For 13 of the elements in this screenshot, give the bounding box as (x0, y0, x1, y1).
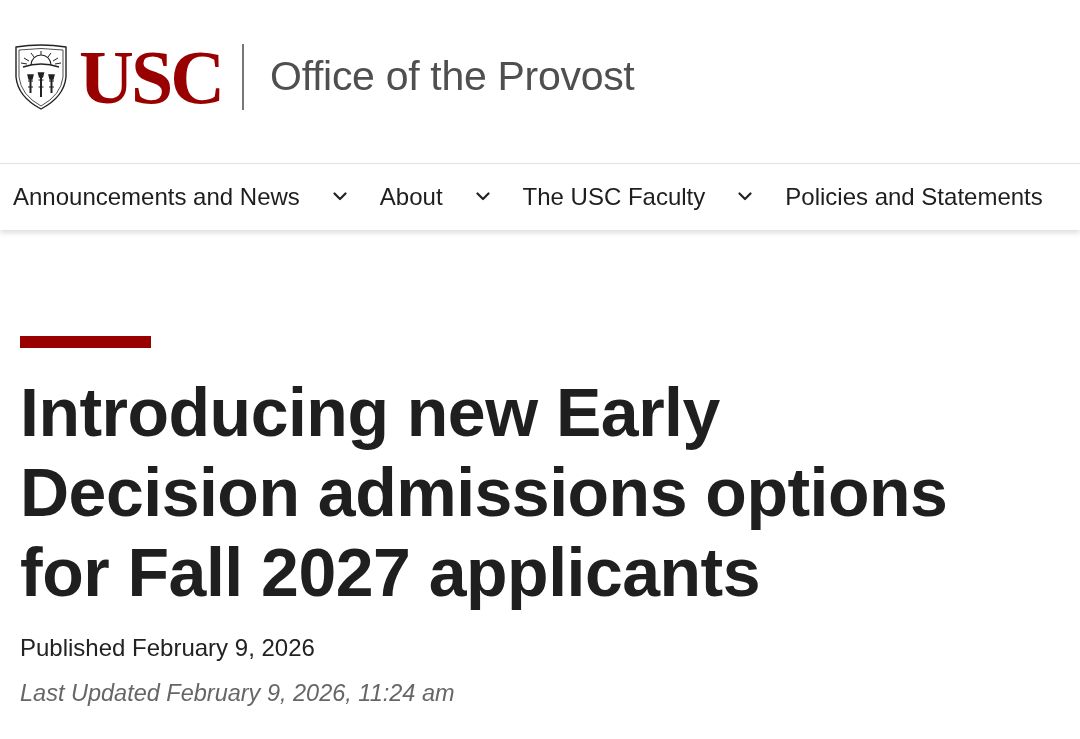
published-date: Published February 9, 2026 (20, 634, 316, 663)
chevron-down-icon[interactable] (738, 192, 753, 202)
article-title: Introducing new Early Decision admissions options for Fall 2027 applicants (20, 373, 949, 612)
nav-link[interactable]: About (379, 182, 443, 212)
shield-icon[interactable] (13, 42, 69, 111)
nav-link[interactable]: Announcements and News (13, 182, 300, 212)
site-title[interactable]: Office of the Provost (270, 51, 635, 102)
chevron-down-icon[interactable] (332, 192, 347, 202)
wordmark[interactable]: USC (79, 38, 223, 115)
chevron-down-icon[interactable] (475, 192, 490, 202)
nav-link[interactable]: Policies and Statements (785, 182, 1043, 212)
nav-link[interactable]: The USC Faculty (522, 182, 706, 212)
last-updated-date: Last Updated February 9, 2026, 11:24 am (20, 678, 456, 707)
